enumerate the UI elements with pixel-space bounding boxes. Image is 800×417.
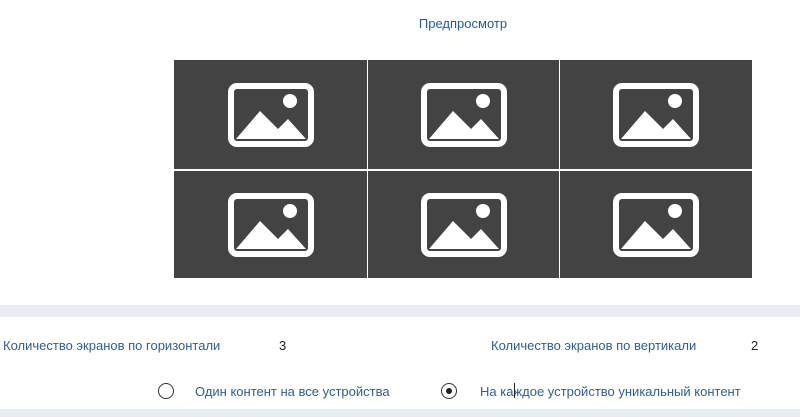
image-placeholder-icon bbox=[420, 192, 507, 257]
vertical-screens-value[interactable]: 2 bbox=[751, 338, 758, 353]
image-placeholder-icon bbox=[613, 82, 699, 147]
preview-tile[interactable] bbox=[368, 171, 559, 278]
preview-grid bbox=[174, 60, 752, 278]
unique-content-radio-label[interactable]: На каждое устройство уникальный контент bbox=[480, 384, 741, 399]
horizontal-screens-label: Количество экранов по горизонтали bbox=[3, 338, 221, 353]
unique-content-radio[interactable] bbox=[441, 383, 457, 399]
image-placeholder-icon bbox=[613, 192, 699, 257]
preview-tile[interactable] bbox=[174, 171, 367, 278]
single-content-radio[interactable] bbox=[158, 383, 174, 399]
text-cursor bbox=[514, 383, 515, 398]
image-placeholder-icon bbox=[227, 192, 314, 257]
section-divider bbox=[0, 305, 800, 317]
bottom-band bbox=[0, 409, 800, 417]
preview-tile[interactable] bbox=[174, 60, 367, 169]
image-placeholder-icon bbox=[420, 82, 507, 147]
radio-selected-dot bbox=[445, 387, 452, 394]
preview-tile[interactable] bbox=[560, 171, 752, 278]
single-content-radio-label[interactable]: Один контент на все устройства bbox=[195, 384, 390, 399]
preview-tile[interactable] bbox=[368, 60, 559, 169]
vertical-screens-label: Количество экранов по вертикали bbox=[491, 338, 697, 353]
preview-tile[interactable] bbox=[560, 60, 752, 169]
image-placeholder-icon bbox=[227, 82, 314, 147]
horizontal-screens-value[interactable]: 3 bbox=[279, 338, 286, 353]
preview-title: Предпросмотр bbox=[418, 16, 508, 31]
